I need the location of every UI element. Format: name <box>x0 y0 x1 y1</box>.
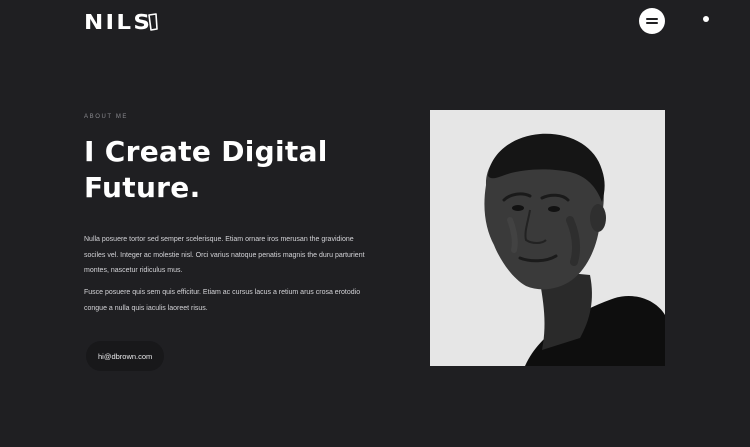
portrait-illustration <box>430 110 665 366</box>
logo[interactable]: NILS <box>84 10 159 34</box>
page: NILS ABOUT ME I Create Digital Future. N… <box>0 0 750 447</box>
cursor-dot-icon <box>703 16 709 22</box>
hero-title-line-1: I Create Digital <box>84 135 328 168</box>
logo-text: NILS <box>84 10 153 34</box>
logo-mark-icon <box>147 13 159 31</box>
hero-title-line-2: Future. <box>84 171 201 204</box>
hero-title: I Create Digital Future. <box>84 134 384 206</box>
intro-paragraph-1: Nulla posuere tortor sed semper sceleris… <box>84 236 365 274</box>
portrait-photo <box>430 110 665 366</box>
intro-paragraph-2: Fusce posuere quis sem quis efficitur. E… <box>84 289 361 312</box>
section-eyebrow: ABOUT ME <box>84 114 129 120</box>
hamburger-icon <box>646 17 658 25</box>
contact-email-button[interactable]: hi@dbrown.com <box>86 341 165 371</box>
menu-button[interactable] <box>639 8 665 34</box>
